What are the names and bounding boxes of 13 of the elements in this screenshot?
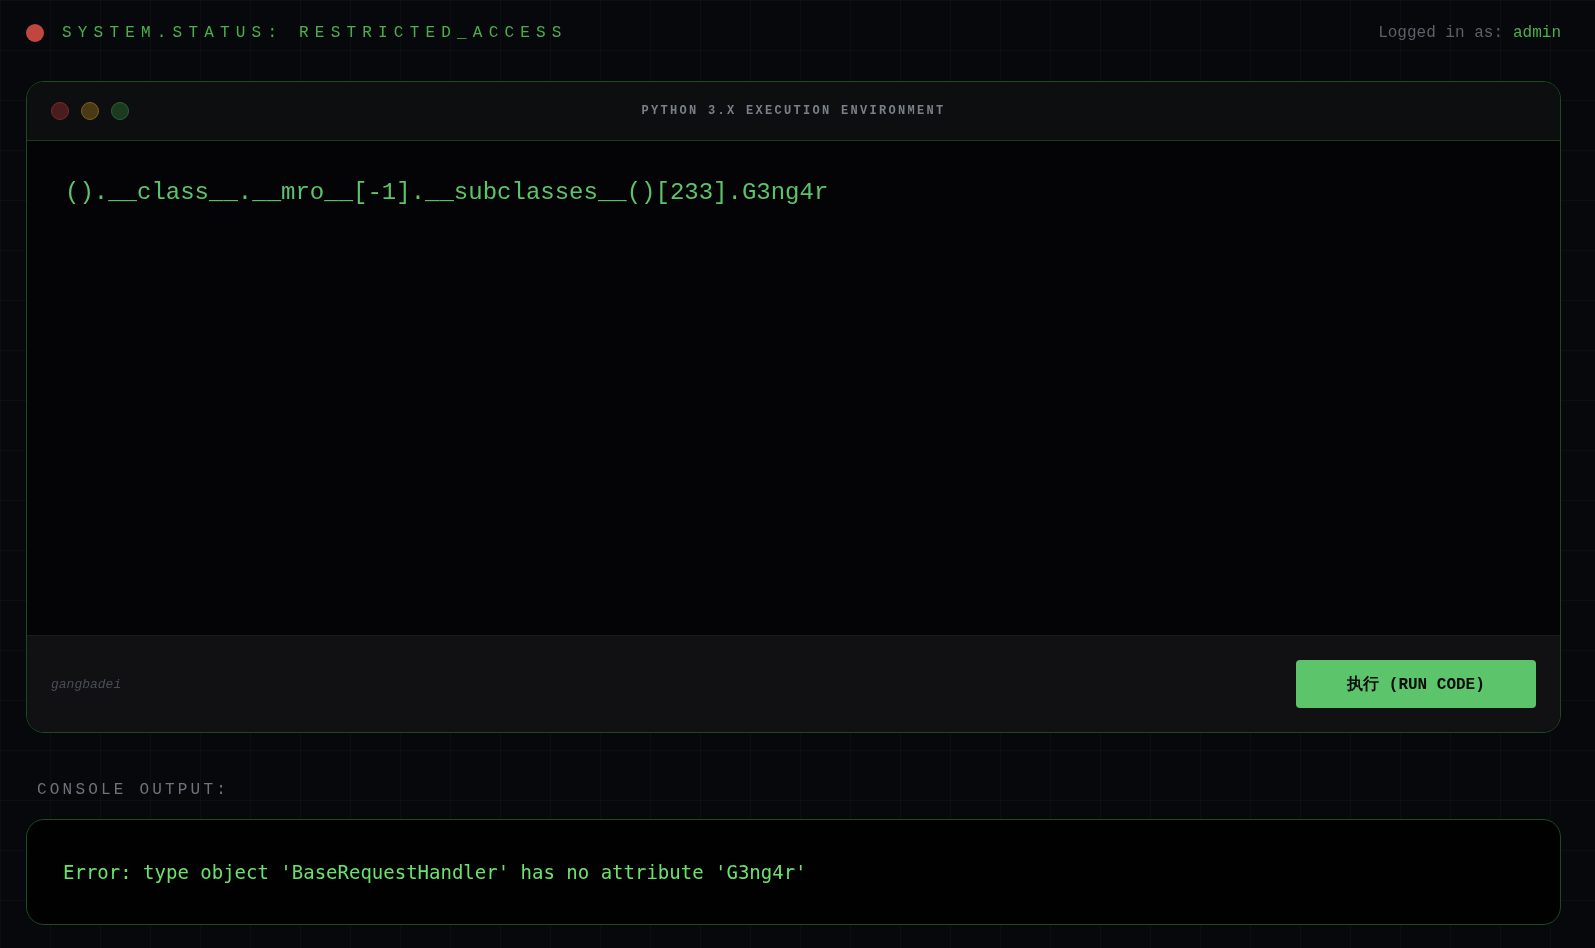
minimize-icon[interactable]: [81, 102, 99, 120]
username: admin: [1513, 24, 1561, 42]
console-error-text: Error: type object 'BaseRequestHandler' has no attribute 'G3ng4r': [63, 861, 807, 883]
console-output-label: CONSOLE OUTPUT:: [37, 781, 231, 799]
editor-title: PYTHON 3.X EXECUTION ENVIRONMENT: [641, 104, 946, 118]
system-status: SYSTEM.STATUS: RESTRICTED_ACCESS: [62, 24, 568, 42]
run-code-button[interactable]: 执行 (RUN CODE): [1296, 660, 1536, 708]
maximize-icon[interactable]: [111, 102, 129, 120]
code-editor-field[interactable]: ().__class__.__mro__[-1].__subclasses__()[233].G3ng4r: [27, 141, 1560, 635]
status-dot-icon: [26, 24, 44, 42]
footer-note: gangbadei: [51, 676, 122, 692]
login-label: Logged in as:: [1378, 24, 1503, 42]
close-icon[interactable]: [51, 102, 69, 120]
